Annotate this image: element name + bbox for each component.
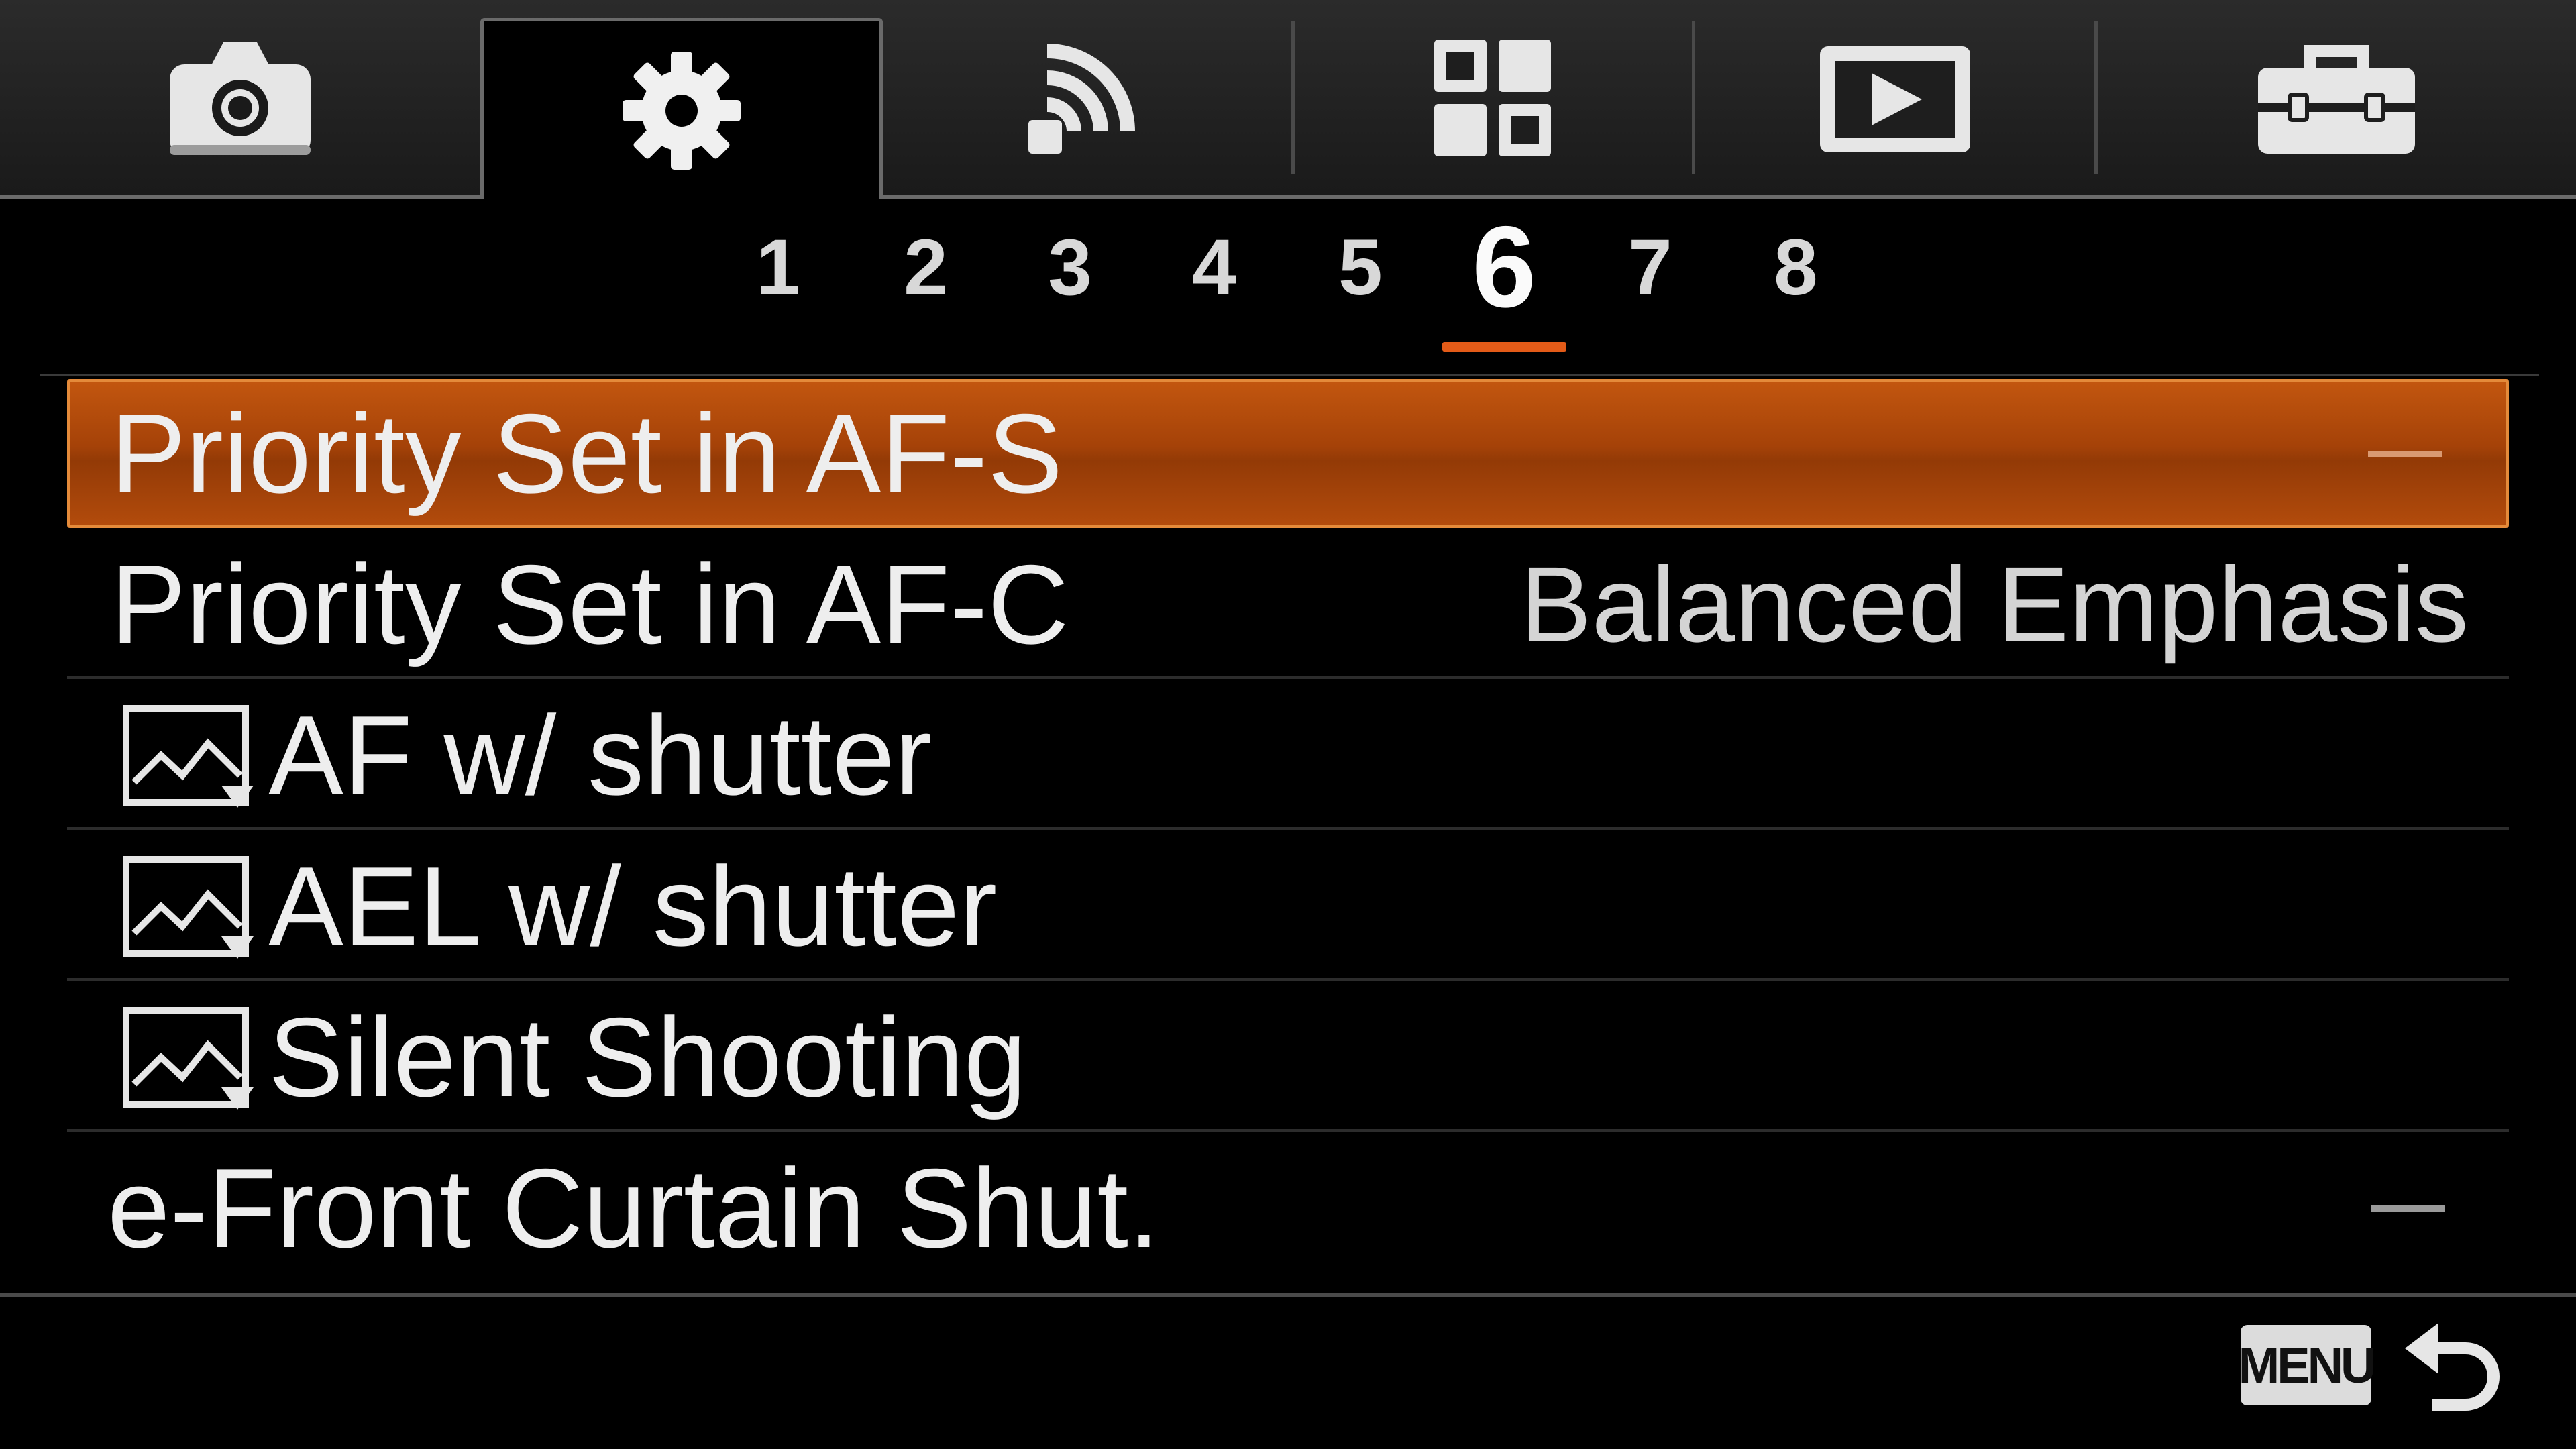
page-5[interactable]: 5	[1320, 228, 1401, 307]
return-arrow-icon[interactable]	[2402, 1315, 2509, 1415]
apps-grid-icon	[1434, 39, 1551, 156]
menu-item-e-front-curtain-shutter[interactable]: e-Front Curtain Shut.	[67, 1134, 2509, 1283]
still-image-icon	[123, 705, 254, 808]
page-selector: 1 2 3 4 5 6 7 8	[0, 209, 2576, 362]
playback-icon	[1820, 46, 1970, 152]
page-4[interactable]: 4	[1174, 228, 1254, 307]
toolbox-icon	[2257, 44, 2415, 154]
page-1[interactable]: 1	[738, 228, 818, 307]
menu-item-value: Balanced Emphasis	[1519, 544, 2469, 664]
menu-tab-bar	[0, 0, 2576, 199]
menu-item-label: Priority Set in AF-C	[111, 541, 1069, 667]
tab-playback[interactable]	[1694, 0, 2096, 195]
menu-item-priority-set-af-c[interactable]: Priority Set in AF-C Balanced Emphasis	[67, 530, 2509, 679]
menu-item-label: Priority Set in AF-S	[111, 390, 1063, 517]
camera-icon	[170, 42, 311, 155]
still-image-icon	[123, 856, 254, 959]
menu-item-label: AF w/ shutter	[268, 692, 932, 818]
page-2[interactable]: 2	[885, 228, 966, 307]
menu-button[interactable]: MENU	[2239, 1325, 2376, 1405]
menu-item-label: AEL w/ shutter	[268, 843, 998, 969]
page-8[interactable]: 8	[1756, 228, 1836, 307]
tab-network[interactable]	[883, 0, 1291, 195]
page-3[interactable]: 3	[1030, 228, 1110, 307]
still-image-icon	[123, 1007, 254, 1110]
page-7[interactable]: 7	[1610, 228, 1690, 307]
divider	[40, 374, 2539, 376]
tab-divider	[1692, 21, 1695, 174]
menu-item-af-w-shutter[interactable]: AF w/ shutter	[67, 681, 2509, 830]
tab-divider	[2094, 21, 2098, 174]
tab-setup[interactable]	[2096, 0, 2576, 195]
active-page-underline	[1442, 342, 1566, 352]
menu-item-ael-w-shutter[interactable]: AEL w/ shutter	[67, 832, 2509, 981]
page-6-active[interactable]: 6	[1464, 209, 1544, 325]
menu-item-priority-set-af-s[interactable]: Priority Set in AF-S	[67, 379, 2509, 528]
menu-item-label: Silent Shooting	[268, 994, 1027, 1120]
tab-applications[interactable]	[1291, 0, 1694, 195]
menu-item-silent-shooting[interactable]: Silent Shooting	[67, 983, 2509, 1132]
value-dash	[2371, 1205, 2445, 1212]
footer-divider	[0, 1293, 2576, 1297]
tab-divider	[1291, 21, 1295, 174]
tab-settings[interactable]	[480, 18, 883, 199]
tab-camera[interactable]	[0, 0, 480, 195]
gear-icon	[623, 51, 741, 170]
value-dash	[2368, 450, 2442, 457]
menu-item-label: e-Front Curtain Shut.	[107, 1145, 1160, 1271]
wireless-icon	[1028, 43, 1135, 154]
